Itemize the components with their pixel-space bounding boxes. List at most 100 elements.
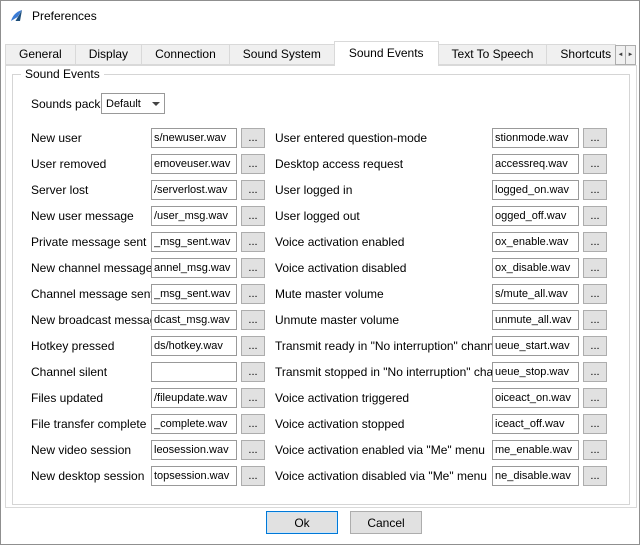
browse-button-right-10[interactable]: ... [583, 388, 607, 408]
browse-button-right-11[interactable]: ... [583, 414, 607, 434]
browse-button-right-3[interactable]: ... [583, 206, 607, 226]
sound-event-row-12: New video session... Voice activation ena… [31, 437, 607, 463]
browse-button-right-6[interactable]: ... [583, 284, 607, 304]
sound-file-input-right-0[interactable] [492, 128, 579, 148]
event-label-left-5: New channel message [31, 261, 151, 275]
sound-event-row-4: Private message sent...Voice activation … [31, 229, 607, 255]
sound-file-input-left-9[interactable] [151, 362, 237, 382]
sound-event-row-3: New user message...User logged out... [31, 203, 607, 229]
sound-file-input-right-6[interactable] [492, 284, 579, 304]
browse-button-left-12[interactable]: ... [241, 440, 265, 460]
sound-file-input-right-2[interactable] [492, 180, 579, 200]
tab-display[interactable]: Display [75, 44, 142, 65]
sound-file-input-left-7[interactable] [151, 310, 237, 330]
dialog-buttons: Ok Cancel [1, 511, 639, 534]
browse-button-left-8[interactable]: ... [241, 336, 265, 356]
browse-button-left-7[interactable]: ... [241, 310, 265, 330]
tab-text-to-speech[interactable]: Text To Speech [438, 44, 548, 65]
event-label-left-3: New user message [31, 209, 151, 223]
browse-button-right-1[interactable]: ... [583, 154, 607, 174]
sound-event-row-1: User removed...Desktop access request... [31, 151, 607, 177]
event-label-right-8: Transmit ready in "No interruption" chan… [275, 339, 492, 353]
sounds-pack-label: Sounds pack [31, 97, 101, 111]
sound-file-input-left-0[interactable] [151, 128, 237, 148]
browse-button-right-7[interactable]: ... [583, 310, 607, 330]
browse-button-left-3[interactable]: ... [241, 206, 265, 226]
event-label-left-6: Channel message sent [31, 287, 151, 301]
browse-button-left-2[interactable]: ... [241, 180, 265, 200]
event-label-right-12: Voice activation enabled via "Me" menu [275, 443, 492, 457]
sound-file-input-right-1[interactable] [492, 154, 579, 174]
browse-button-left-13[interactable]: ... [241, 466, 265, 486]
app-icon [9, 8, 25, 24]
tab-general[interactable]: General [5, 44, 76, 65]
sound-file-input-left-12[interactable] [151, 440, 237, 460]
sound-file-input-left-5[interactable] [151, 258, 237, 278]
tab-panel-sound-events: Sound Events Sounds pack Default New use… [5, 65, 637, 508]
sound-event-row-13: New desktop session...Voice activation d… [31, 463, 607, 489]
sound-file-input-left-2[interactable] [151, 180, 237, 200]
sound-file-input-right-11[interactable] [492, 414, 579, 434]
event-label-left-4: Private message sent [31, 235, 151, 249]
sound-file-input-right-10[interactable] [492, 388, 579, 408]
tab-connection[interactable]: Connection [141, 44, 230, 65]
sound-file-input-left-8[interactable] [151, 336, 237, 356]
browse-button-left-9[interactable]: ... [241, 362, 265, 382]
ok-button[interactable]: Ok [266, 511, 338, 534]
sound-file-input-right-3[interactable] [492, 206, 579, 226]
browse-button-left-10[interactable]: ... [241, 388, 265, 408]
event-label-right-10: Voice activation triggered [275, 391, 492, 405]
sound-file-input-right-8[interactable] [492, 336, 579, 356]
event-label-right-9: Transmit stopped in "No interruption" ch… [275, 365, 492, 379]
group-title: Sound Events [21, 67, 104, 81]
event-label-right-0: User entered question-mode [275, 131, 492, 145]
sound-file-input-left-11[interactable] [151, 414, 237, 434]
event-label-left-2: Server lost [31, 183, 151, 197]
sound-file-input-right-12[interactable] [492, 440, 579, 460]
tab-sound-events[interactable]: Sound Events [334, 41, 439, 66]
sound-file-input-right-7[interactable] [492, 310, 579, 330]
event-label-left-7: New broadcast message [31, 313, 151, 327]
tab-sound-system[interactable]: Sound System [229, 44, 335, 65]
browse-button-right-0[interactable]: ... [583, 128, 607, 148]
sound-event-row-0: New user...User entered question-mode... [31, 125, 607, 151]
sound-file-input-left-3[interactable] [151, 206, 237, 226]
event-label-right-11: Voice activation stopped [275, 417, 492, 431]
sound-event-row-5: New channel message...Voice activation d… [31, 255, 607, 281]
browse-button-right-13[interactable]: ... [583, 466, 607, 486]
event-label-left-11: File transfer complete [31, 417, 151, 431]
tab-scroll-right-icon[interactable]: ► [625, 45, 636, 65]
browse-button-right-2[interactable]: ... [583, 180, 607, 200]
browse-button-right-9[interactable]: ... [583, 362, 607, 382]
event-label-left-12: New video session [31, 443, 151, 457]
sound-file-input-right-9[interactable] [492, 362, 579, 382]
browse-button-right-5[interactable]: ... [583, 258, 607, 278]
sound-event-row-9: Channel silent...Transmit stopped in "No… [31, 359, 607, 385]
sounds-pack-select[interactable]: Default [101, 93, 165, 114]
tab-shortcuts[interactable]: Shortcuts [546, 44, 616, 65]
sound-file-input-right-13[interactable] [492, 466, 579, 486]
sound-event-row-2: Server lost...User logged in... [31, 177, 607, 203]
cancel-button[interactable]: Cancel [350, 511, 422, 534]
sound-file-input-left-13[interactable] [151, 466, 237, 486]
browse-button-left-0[interactable]: ... [241, 128, 265, 148]
sound-file-input-left-1[interactable] [151, 154, 237, 174]
browse-button-left-5[interactable]: ... [241, 258, 265, 278]
sound-file-input-right-5[interactable] [492, 258, 579, 278]
browse-button-left-11[interactable]: ... [241, 414, 265, 434]
tab-bar: GeneralDisplayConnectionSound SystemSoun… [5, 41, 616, 66]
sound-file-input-left-6[interactable] [151, 284, 237, 304]
browse-button-right-8[interactable]: ... [583, 336, 607, 356]
sound-file-input-left-4[interactable] [151, 232, 237, 252]
sounds-pack-row: Sounds pack Default [31, 93, 165, 114]
sounds-pack-value: Default [102, 98, 148, 110]
browse-button-right-4[interactable]: ... [583, 232, 607, 252]
browse-button-left-6[interactable]: ... [241, 284, 265, 304]
sound-file-input-right-4[interactable] [492, 232, 579, 252]
event-label-left-8: Hotkey pressed [31, 339, 151, 353]
browse-button-right-12[interactable]: ... [583, 440, 607, 460]
sound-file-input-left-10[interactable] [151, 388, 237, 408]
sound-event-row-7: New broadcast message...Unmute master vo… [31, 307, 607, 333]
browse-button-left-4[interactable]: ... [241, 232, 265, 252]
browse-button-left-1[interactable]: ... [241, 154, 265, 174]
